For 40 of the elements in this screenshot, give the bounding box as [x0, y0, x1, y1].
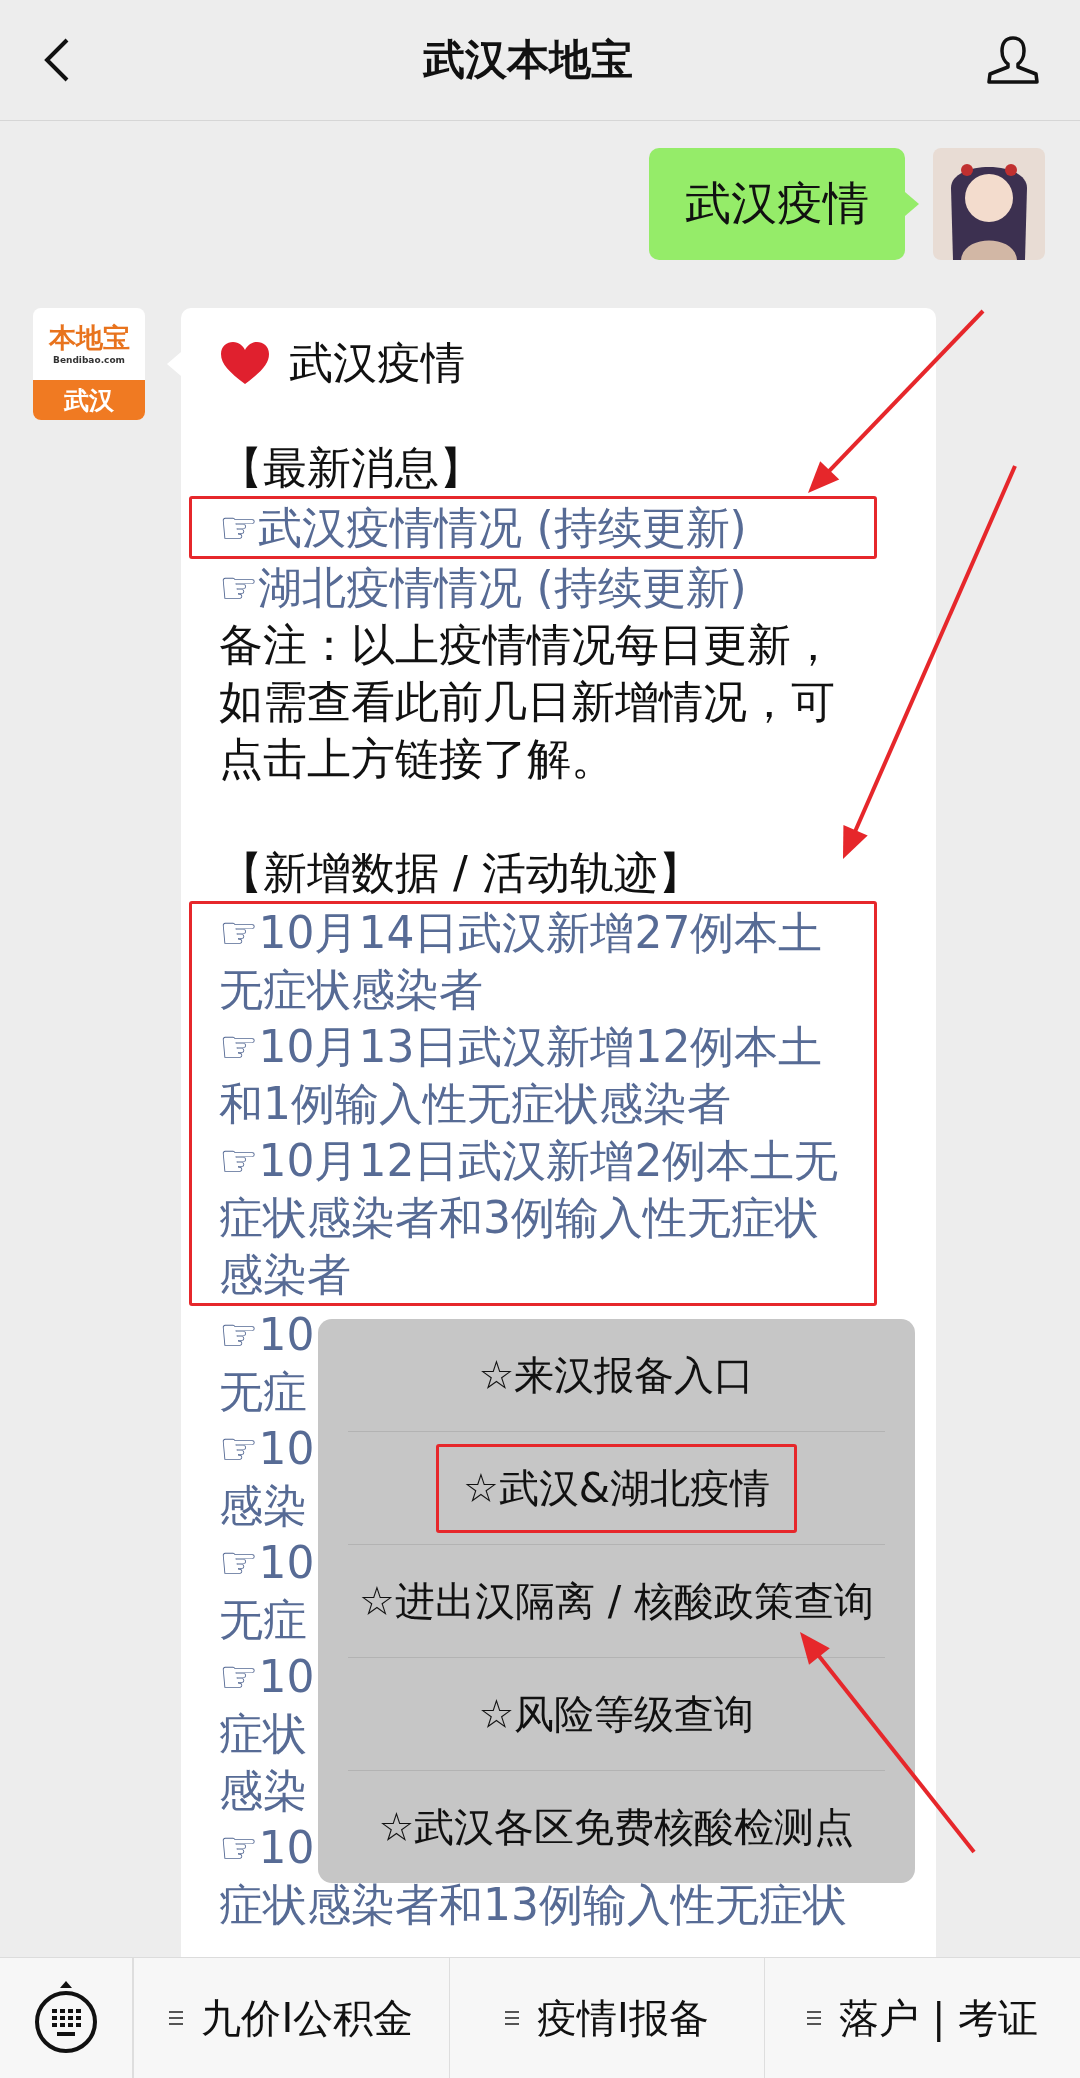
menu-item[interactable]: ☆进出汉隔离 / 核酸政策查询 — [318, 1545, 915, 1657]
message-link[interactable]: 无症 — [219, 1363, 307, 1420]
message-link[interactable]: ☞10 — [219, 1534, 315, 1591]
message-link[interactable]: 症状 — [219, 1705, 307, 1762]
menu-tab[interactable]: 落户 | 考证 — [764, 1958, 1080, 2078]
message-link[interactable]: ☞武汉疫情情况 (持续更新) — [219, 499, 859, 556]
message-link[interactable]: 无症 — [219, 1591, 307, 1648]
bubble-tail — [905, 192, 919, 216]
message-link[interactable]: ☞10月14日武汉新增27例本土无症状感染者 — [219, 904, 859, 1018]
message-text: 【最新消息】 — [219, 441, 484, 495]
message-link[interactable]: 感染 — [219, 1477, 307, 1534]
heart-icon — [219, 339, 271, 386]
message-link[interactable]: ☞10月13日武汉新增12例本土和1例输入性无症状感染者 — [219, 1018, 859, 1132]
logo-domain: Bendibao.com — [53, 354, 125, 365]
message-link[interactable]: ☞湖北疫情情况 (持续更新) — [219, 559, 859, 616]
message-bubble: 武汉疫情 — [649, 148, 905, 260]
menu-item[interactable]: ☆武汉&湖北疫情 — [462, 1464, 771, 1511]
keyboard-icon[interactable] — [33, 1981, 99, 2055]
logo-text: 本地宝 — [48, 323, 130, 351]
message-text: 备注：以上疫情情况每日更新，如需查看此前几日新增情况，可点击上方链接了解。 — [219, 618, 836, 786]
message-link[interactable]: ☞10 — [219, 1420, 315, 1477]
menu-tab[interactable]: 疫情I报备 — [448, 1958, 765, 2078]
message-link[interactable]: ☞10 — [219, 1648, 315, 1705]
menu-item[interactable]: ☆来汉报备入口 — [318, 1319, 915, 1431]
message-title: 武汉疫情 — [289, 336, 465, 390]
menu-item[interactable]: ☆武汉各区免费核酸检测点 — [318, 1771, 915, 1883]
message-link[interactable]: 感染 — [219, 1762, 307, 1819]
menu-item[interactable]: ☆风险等级查询 — [318, 1658, 915, 1770]
person-icon[interactable] — [986, 35, 1040, 85]
message-link[interactable]: ☞10 — [219, 1819, 315, 1876]
menu-icon — [169, 2010, 184, 2026]
message-link[interactable]: ☞10 — [219, 1306, 315, 1363]
menu-icon — [807, 2010, 822, 2026]
menu-tab[interactable]: 九价I公积金 — [133, 1958, 449, 2078]
window-title: 武汉本地宝 — [423, 34, 633, 86]
menu-icon — [505, 2010, 520, 2026]
logo-city: 武汉 — [33, 380, 145, 420]
back-icon[interactable] — [44, 37, 70, 83]
message-link[interactable]: ☞10月12日武汉新增2例本土无症状感染者和3例输入性无症状感染者 — [219, 1132, 859, 1303]
message-text: 【新增数据 / 活动轨迹】 — [219, 846, 703, 900]
